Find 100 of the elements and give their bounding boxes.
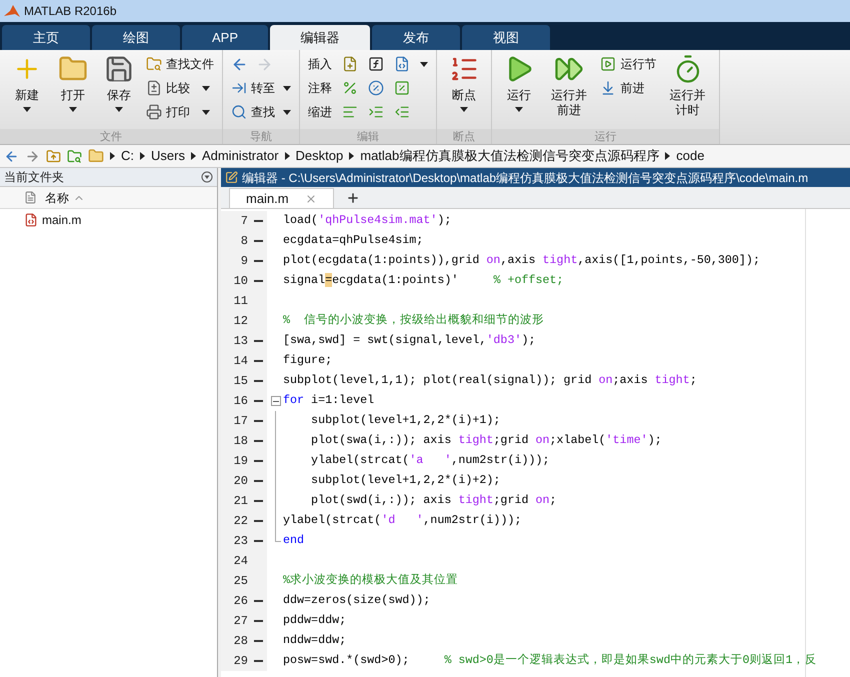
breakpoint-dash[interactable] <box>254 360 263 362</box>
ribbon-tab[interactable]: APP <box>182 25 268 50</box>
code-line: plot(ecgdata(1:points)),grid on,axis tight,axis([1,points,-50,300]); <box>283 252 760 270</box>
breakpoint-dash[interactable] <box>254 520 263 522</box>
editor-tab[interactable]: main.m <box>229 188 334 208</box>
code-line: ylabel(strcat('a ',num2str(i))); <box>310 452 550 470</box>
breakpoint-dash[interactable] <box>254 500 263 502</box>
ribbon-button[interactable]: 运行并计时 <box>660 50 715 129</box>
code-line: subplot(level+1,2,2*(i)+2); <box>310 472 500 490</box>
editor-icon <box>225 171 238 184</box>
line-number: 9 <box>240 253 248 270</box>
ribbon-small-button[interactable]: 前进 <box>600 78 656 98</box>
code-line: end <box>283 532 304 550</box>
code-line: ecgdata=qhPulse4sim; <box>283 232 424 250</box>
separator-arrow-icon <box>190 152 196 160</box>
column-header[interactable]: 名称 <box>0 187 217 209</box>
path-segment[interactable]: Users <box>151 146 185 166</box>
insert-section-icon <box>342 56 358 72</box>
code-line: posw=swd.*(swd>0); % swd>0是一个逻辑表达式，即是如果swd中的元素大于0则返回1，反 <box>283 652 816 670</box>
breakpoint-dash[interactable] <box>254 220 263 222</box>
ribbon-tab[interactable]: 视图 <box>462 25 550 50</box>
ribbon-button[interactable]: 运行并前进 <box>542 50 596 129</box>
browse-folder-icon[interactable] <box>67 148 82 164</box>
fold-toggle[interactable] <box>271 396 281 406</box>
breakpoint-dash[interactable] <box>254 660 263 662</box>
line-number: 11 <box>234 293 248 310</box>
path-segment[interactable]: Desktop <box>296 146 344 166</box>
code-line: pddw=ddw; <box>283 612 346 630</box>
window-title: MATLAB R2016b <box>24 3 116 20</box>
ribbon-tab[interactable]: 发布 <box>372 25 460 50</box>
breakpoint-dash[interactable] <box>254 600 263 602</box>
breakpoint-dash[interactable] <box>254 640 263 642</box>
breakpoint-dash[interactable] <box>254 460 263 462</box>
panel-menu-icon[interactable] <box>201 171 213 183</box>
ribbon-button[interactable]: 新建 <box>4 50 50 129</box>
line-number: 23 <box>234 533 248 550</box>
ribbon-group-label: 编辑 <box>300 129 436 144</box>
ribbon-small-button[interactable]: 转至 <box>231 78 291 98</box>
line-number: 24 <box>234 553 248 570</box>
ribbon-small-button[interactable]: 打印 <box>146 102 214 122</box>
path-segment[interactable]: C: <box>121 146 134 166</box>
ribbon-button-label: 新建 <box>15 88 39 103</box>
ribbon-button-label: 打开 <box>61 88 85 103</box>
file-row[interactable]: main.m <box>0 209 217 231</box>
ribbon-button-label: 断点 <box>452 88 476 103</box>
path-segment[interactable]: Administrator <box>202 146 279 166</box>
line-number: 27 <box>234 613 248 630</box>
panel-title: 当前文件夹 <box>4 169 64 186</box>
breakpoint-dash[interactable] <box>254 620 263 622</box>
ribbon-button[interactable]: 断点 <box>441 50 487 129</box>
close-icon[interactable] <box>304 192 317 204</box>
breakpoint-dash[interactable] <box>254 400 263 402</box>
app-logo-icon <box>4 4 20 18</box>
ribbon-small-button[interactable]: 查找文件 <box>146 54 214 74</box>
breakpoint-dash[interactable] <box>254 480 263 482</box>
smart-indent-icon <box>342 104 358 120</box>
line-number: 22 <box>234 513 248 530</box>
function-icon <box>368 56 384 72</box>
ribbon-tab[interactable]: 主页 <box>2 25 90 50</box>
breakpoint-dash[interactable] <box>254 260 263 262</box>
code-line: nddw=ddw; <box>283 632 346 650</box>
breakpoint-dash[interactable] <box>254 240 263 242</box>
ribbon-small-button[interactable]: 查找 <box>231 102 291 122</box>
path-segment[interactable]: matlab编程仿真膜极大值法检测信号突变点源码程序 <box>360 146 660 166</box>
wrap-comment-icon <box>394 80 410 96</box>
line-number: 25 <box>234 573 248 590</box>
code-line: load('qhPulse4sim.mat'); <box>283 212 452 230</box>
breakpoint-dash[interactable] <box>254 380 263 382</box>
forward-arrow-icon[interactable] <box>25 148 40 164</box>
ribbon-group-label: 文件 <box>0 129 222 144</box>
separator-arrow-icon <box>284 152 290 160</box>
folder-up-icon[interactable] <box>46 148 61 164</box>
ribbon-small-button[interactable]: 运行节 <box>600 54 656 74</box>
separator-arrow-icon <box>665 152 670 160</box>
run-section-icon <box>600 56 616 72</box>
toolbar-icon-button[interactable] <box>368 56 384 72</box>
breakpoint-dash[interactable] <box>254 540 263 542</box>
breakpoint-dash[interactable] <box>254 280 263 282</box>
breakpoint-dash[interactable] <box>254 420 263 422</box>
line-number: 16 <box>234 393 248 410</box>
ribbon-button[interactable]: 运行 <box>496 50 542 129</box>
search-icon <box>231 104 247 120</box>
ribbon-row-label: 注释 <box>308 80 332 97</box>
ribbon-tab[interactable]: 编辑器 <box>270 25 370 50</box>
breakpoint-dash[interactable] <box>254 440 263 442</box>
ribbon-button-label: 保存 <box>107 88 131 103</box>
line-number: 14 <box>234 353 248 370</box>
comment-icon <box>342 80 358 96</box>
ribbon-button[interactable]: 打开 <box>50 50 96 129</box>
code-line: plot(swd(i,:)); axis tight;grid on; <box>310 492 557 510</box>
ribbon-small-button[interactable]: 比较 <box>146 78 214 98</box>
ribbon-button[interactable]: 保存 <box>96 50 142 129</box>
ribbon-tab[interactable]: 绘图 <box>92 25 180 50</box>
code-line: signal=ecgdata(1:points)' % +offset; <box>283 272 564 290</box>
breakpoint-dash[interactable] <box>254 340 263 342</box>
script-file-icon <box>24 213 38 227</box>
path-segment[interactable]: code <box>676 146 704 166</box>
line-number: 17 <box>234 413 248 430</box>
fold-end-line <box>275 531 281 542</box>
line-number: 10 <box>234 273 248 290</box>
